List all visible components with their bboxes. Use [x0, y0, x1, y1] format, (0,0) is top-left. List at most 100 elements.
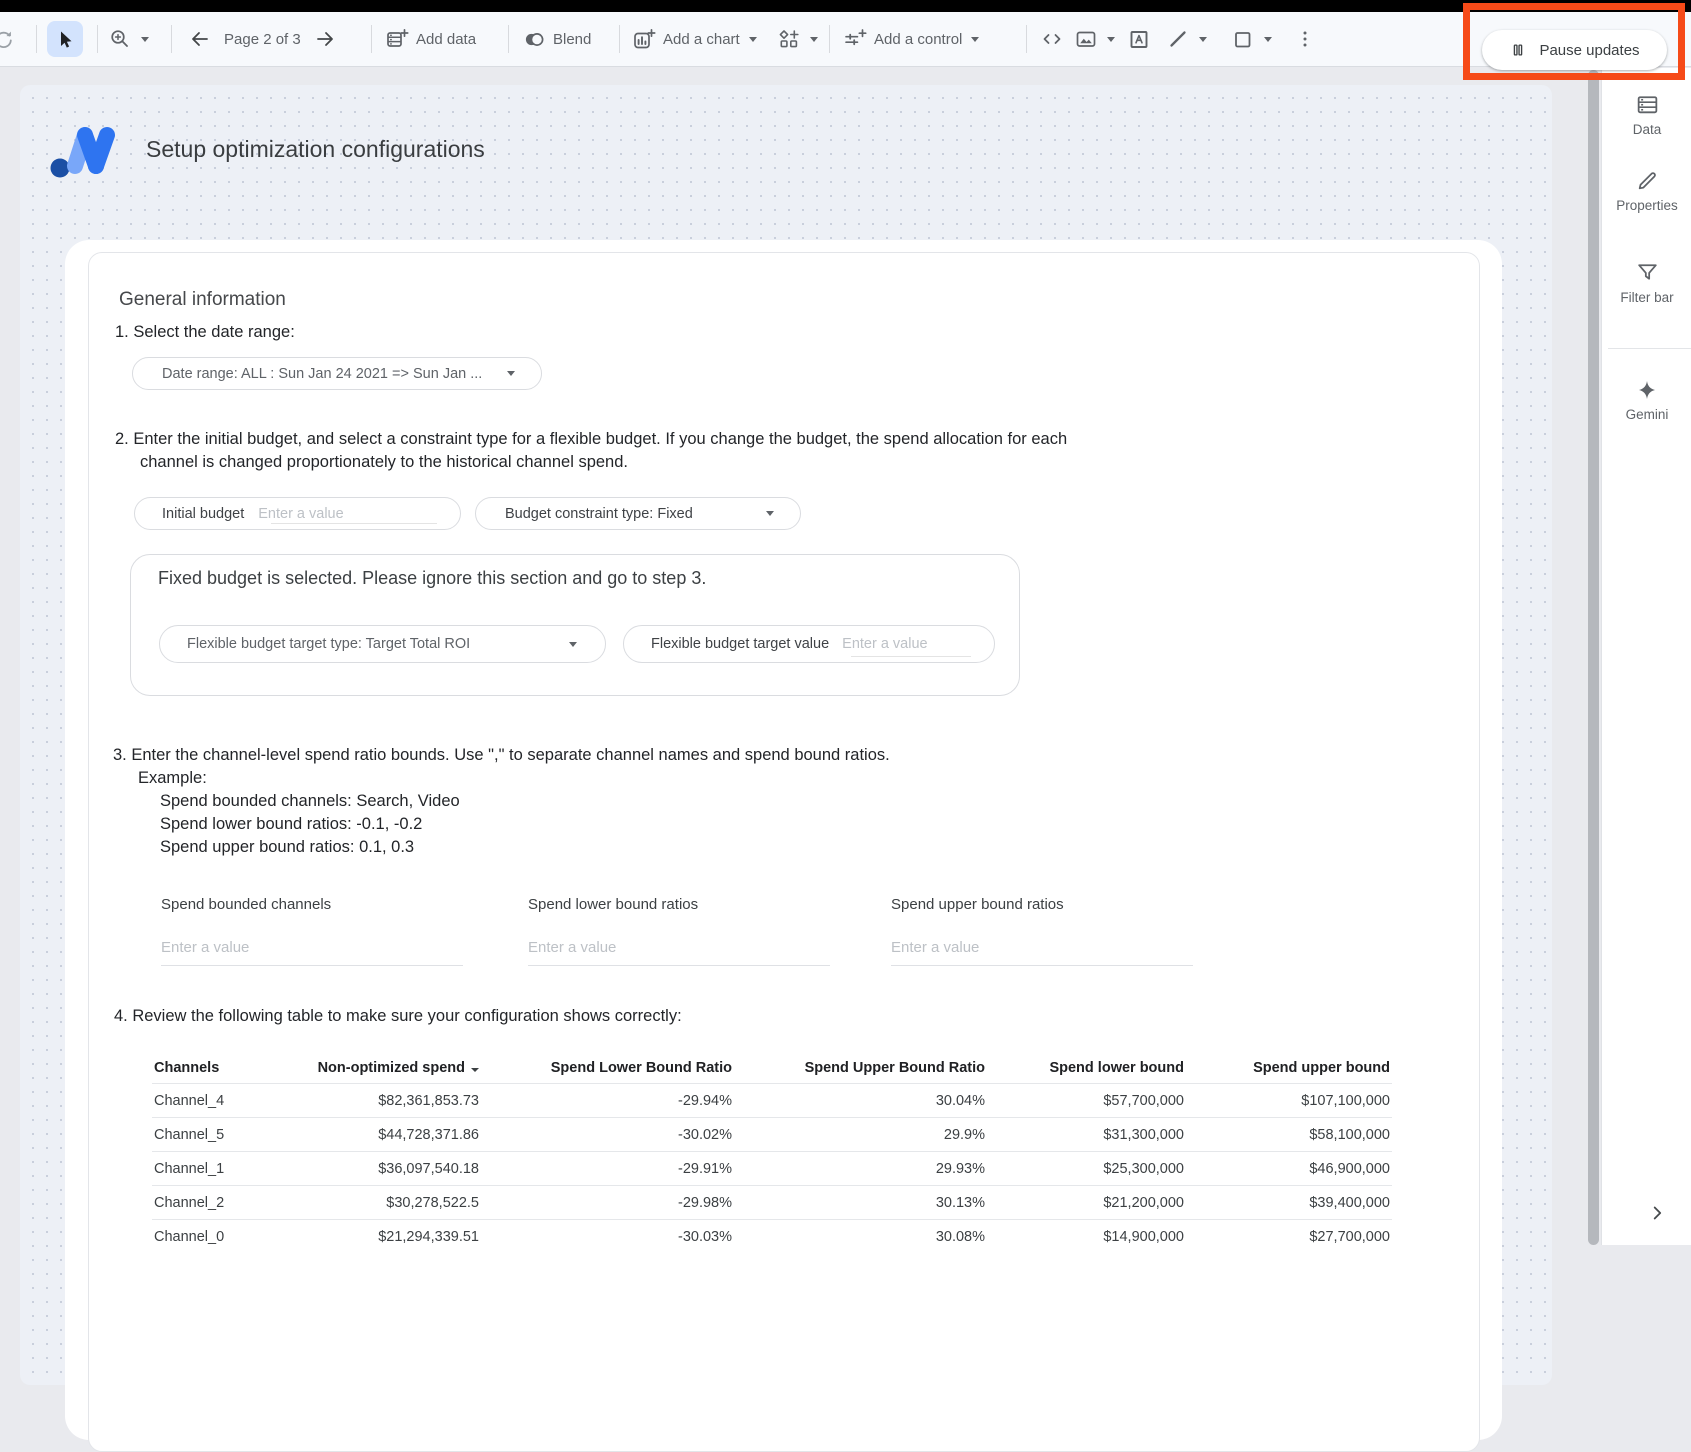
collapse-panel-button[interactable] [1646, 1202, 1668, 1229]
cell-spend: $36,097,540.18 [302, 1161, 481, 1177]
report-page[interactable]: Setup optimization configurations Genera… [20, 85, 1552, 1385]
spend-upper-ratios-input[interactable]: Enter a value [891, 939, 979, 956]
shape-button[interactable] [1231, 12, 1272, 66]
toolbar-divider [97, 25, 98, 53]
initial-budget-input[interactable]: Initial budget Enter a value [134, 497, 461, 530]
toolbar-divider [508, 25, 509, 53]
add-control-button[interactable]: Add a control [843, 12, 979, 66]
cell-channel: Channel_2 [152, 1195, 302, 1211]
spend-lower-ratios-input[interactable]: Enter a value [528, 939, 616, 956]
col-header-spend-lower-bound[interactable]: Spend lower bound [987, 1060, 1186, 1076]
logo-dot [51, 159, 70, 178]
panel-item-properties[interactable]: Properties [1602, 168, 1691, 214]
more-options-button[interactable] [1293, 12, 1317, 66]
blend-icon [522, 27, 546, 51]
col-header-channels: Channels [152, 1060, 302, 1076]
col-header-spend-upper-bound[interactable]: Spend upper bound [1186, 1060, 1392, 1076]
line-icon [1166, 27, 1190, 51]
initial-budget-placeholder: Enter a value [258, 506, 343, 522]
cell-lower-ratio: -30.02% [481, 1127, 734, 1143]
arrow-right-icon[interactable] [313, 27, 337, 51]
toolbar-divider [1026, 25, 1027, 53]
col-header-spend-lower-bound-ratio[interactable]: Spend Lower Bound Ratio [481, 1060, 734, 1076]
cell-spend: $44,728,371.86 [302, 1127, 481, 1143]
top-black-strip [0, 0, 1691, 12]
table-row: Channel_0 $21,294,339.51 -30.03% 30.08% … [152, 1219, 1392, 1253]
blend-button[interactable]: Blend [522, 12, 591, 66]
spend-upper-ratios-label: Spend upper bound ratios [891, 896, 1064, 913]
col-header-non-optimized-spend[interactable]: Non-optimized spend [302, 1060, 481, 1076]
cell-channel: Channel_4 [152, 1093, 302, 1109]
page-title: Setup optimization configurations [146, 136, 485, 163]
panel-item-data[interactable]: Data [1602, 92, 1691, 138]
report-canvas[interactable]: Setup optimization configurations Genera… [0, 68, 1601, 1245]
redo-icon [0, 27, 15, 51]
arrow-left-icon[interactable] [188, 27, 212, 51]
add-control-caret-icon [971, 37, 979, 42]
step3-example-3: Spend upper bound ratios: 0.1, 0.3 [160, 838, 414, 857]
vertical-scrollbar[interactable] [1588, 70, 1599, 1245]
step2-text-line1: 2. Enter the initial budget, and select … [115, 430, 1067, 449]
section-title: General information [119, 289, 286, 311]
flexible-budget-target-type-control[interactable]: Flexible budget target type: Target Tota… [159, 625, 606, 663]
panel-item-filter-bar[interactable]: Filter bar [1602, 260, 1691, 306]
date-range-value: Date range: ALL : Sun Jan 24 2021 => Sun… [162, 366, 482, 382]
panel-label-filter-bar: Filter bar [1613, 290, 1681, 306]
step4-label: 4. Review the following table to make su… [114, 1007, 682, 1026]
add-data-button[interactable]: Add data [385, 12, 476, 66]
toolbar-divider [829, 25, 830, 53]
fixed-budget-note-card: Fixed budget is selected. Please ignore … [130, 554, 1020, 696]
add-chart-button[interactable]: Add a chart [632, 12, 757, 66]
add-data-icon [385, 27, 409, 51]
redo-button[interactable] [0, 12, 15, 66]
budget-constraint-value: Budget constraint type: Fixed [505, 506, 693, 522]
date-range-caret-icon [507, 371, 515, 376]
step3-example-1: Spend bounded channels: Search, Video [160, 792, 460, 811]
cell-channel: Channel_0 [152, 1229, 302, 1245]
table-row: Channel_2 $30,278,522.5 -29.98% 30.13% $… [152, 1185, 1392, 1219]
budget-constraint-caret-icon [766, 511, 774, 516]
cell-lower-ratio: -29.91% [481, 1161, 734, 1177]
spend-bounded-channels-input[interactable]: Enter a value [161, 939, 249, 956]
cell-spend: $30,278,522.5 [302, 1195, 481, 1211]
meridian-logo [48, 121, 134, 188]
page-indicator[interactable]: Page 2 of 3 [224, 31, 301, 48]
cell-upper-bound: $46,900,000 [1186, 1161, 1392, 1177]
col-header-spend-upper-bound-ratio[interactable]: Spend Upper Bound Ratio [734, 1060, 987, 1076]
step1-label: 1. Select the date range: [115, 323, 295, 342]
more-vert-icon [1293, 27, 1317, 51]
select-tool-button[interactable] [47, 12, 83, 66]
budget-constraint-type-control[interactable]: Budget constraint type: Fixed [475, 497, 801, 530]
shape-icon [1231, 27, 1255, 51]
embed-button[interactable] [1040, 12, 1064, 66]
image-button[interactable] [1074, 12, 1115, 66]
properties-pencil-icon [1635, 168, 1660, 193]
highlight-annotation-rectangle [1463, 3, 1685, 80]
input-underline [891, 965, 1193, 966]
line-button[interactable] [1166, 12, 1207, 66]
text-button[interactable] [1127, 12, 1151, 66]
community-visualizations-button[interactable] [777, 12, 818, 66]
toolbar-divider [619, 25, 620, 53]
image-icon [1074, 27, 1098, 51]
shape-caret-icon [1264, 37, 1272, 42]
table-row: Channel_4 $82,361,853.73 -29.94% 30.04% … [152, 1083, 1392, 1117]
flexible-budget-target-value-input[interactable]: Flexible budget target value Enter a val… [623, 625, 995, 663]
cell-channel: Channel_5 [152, 1127, 302, 1143]
toolbar: Page 2 of 3 Add data Blend Add a c [0, 12, 1691, 67]
zoom-caret-icon [141, 37, 149, 42]
cell-spend: $82,361,853.73 [302, 1093, 481, 1109]
input-underline [271, 523, 437, 524]
cell-lower-bound: $31,300,000 [987, 1127, 1186, 1143]
cell-channel: Channel_1 [152, 1161, 302, 1177]
panel-item-gemini[interactable]: Gemini [1602, 378, 1691, 423]
community-viz-icon [777, 27, 801, 51]
text-icon [1127, 27, 1151, 51]
fixed-budget-note: Fixed budget is selected. Please ignore … [158, 568, 706, 589]
date-range-control[interactable]: Date range: ALL : Sun Jan 24 2021 => Sun… [132, 357, 542, 390]
community-viz-caret-icon [810, 37, 818, 42]
input-underline [528, 965, 830, 966]
configuration-table: Channels Non-optimized spend Spend Lower… [152, 1053, 1392, 1253]
table-row: Channel_1 $36,097,540.18 -29.91% 29.93% … [152, 1151, 1392, 1185]
zoom-tool-button[interactable] [108, 12, 149, 66]
